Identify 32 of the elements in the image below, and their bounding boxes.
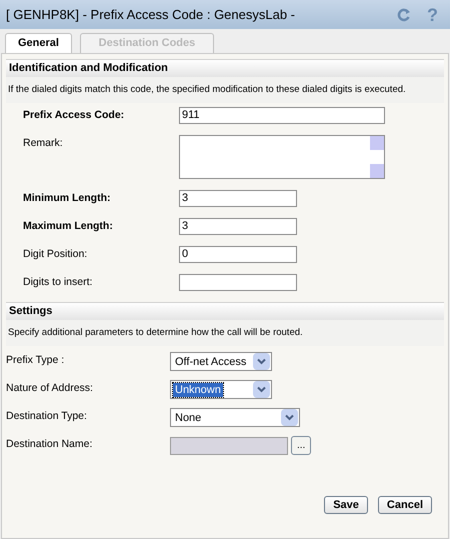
tab[interactable]: General — [5, 33, 72, 53]
dropdown[interactable]: Off-net Access — [170, 352, 272, 371]
field-label: Destination Name: — [6, 437, 94, 452]
dropdown[interactable]: Unknown — [170, 380, 272, 399]
text-field[interactable]: 911 — [179, 107, 385, 124]
dialog-button[interactable]: Save — [324, 496, 368, 514]
dropdown-value: None — [174, 410, 202, 424]
text-field[interactable] — [179, 274, 297, 291]
section-description: If the dialed digits match this code, the specified modification to these dialed digits is executed. — [6, 77, 444, 103]
section-description: Specify additional parameters to determine how the call will be routed. — [6, 320, 444, 346]
field-label: Maximum Length: — [23, 219, 114, 234]
field-label: Digit Position: — [23, 247, 88, 262]
section-header: Settings — [6, 302, 444, 320]
dropdown[interactable]: None — [170, 408, 300, 427]
remark-textarea[interactable] — [179, 135, 385, 179]
dropdown-value: Unknown — [173, 382, 223, 396]
window-title: [ GENHP8K] - Prefix Access Code : GenesysLab - — [6, 6, 296, 24]
field-label: Destination Type: — [6, 409, 88, 424]
dropdown-value: Off-net Access — [174, 354, 248, 368]
field-label: Prefix Access Code: — [23, 108, 126, 123]
field-label: Digits to insert: — [23, 275, 94, 290]
refresh-icon[interactable] — [397, 8, 411, 22]
field-label: Prefix Type : — [6, 353, 66, 368]
dialog-button[interactable]: Cancel — [378, 496, 432, 514]
section-header: Identification and Modification — [6, 59, 444, 77]
scrollbar[interactable] — [370, 136, 384, 178]
field-label: Remark: — [23, 136, 64, 151]
field-label: Minimum Length: — [23, 191, 112, 206]
field-label: Nature of Address: — [6, 381, 94, 396]
text-field[interactable]: 3 — [179, 190, 297, 207]
text-field[interactable]: 0 — [179, 246, 297, 263]
text-field[interactable]: 3 — [179, 218, 297, 235]
